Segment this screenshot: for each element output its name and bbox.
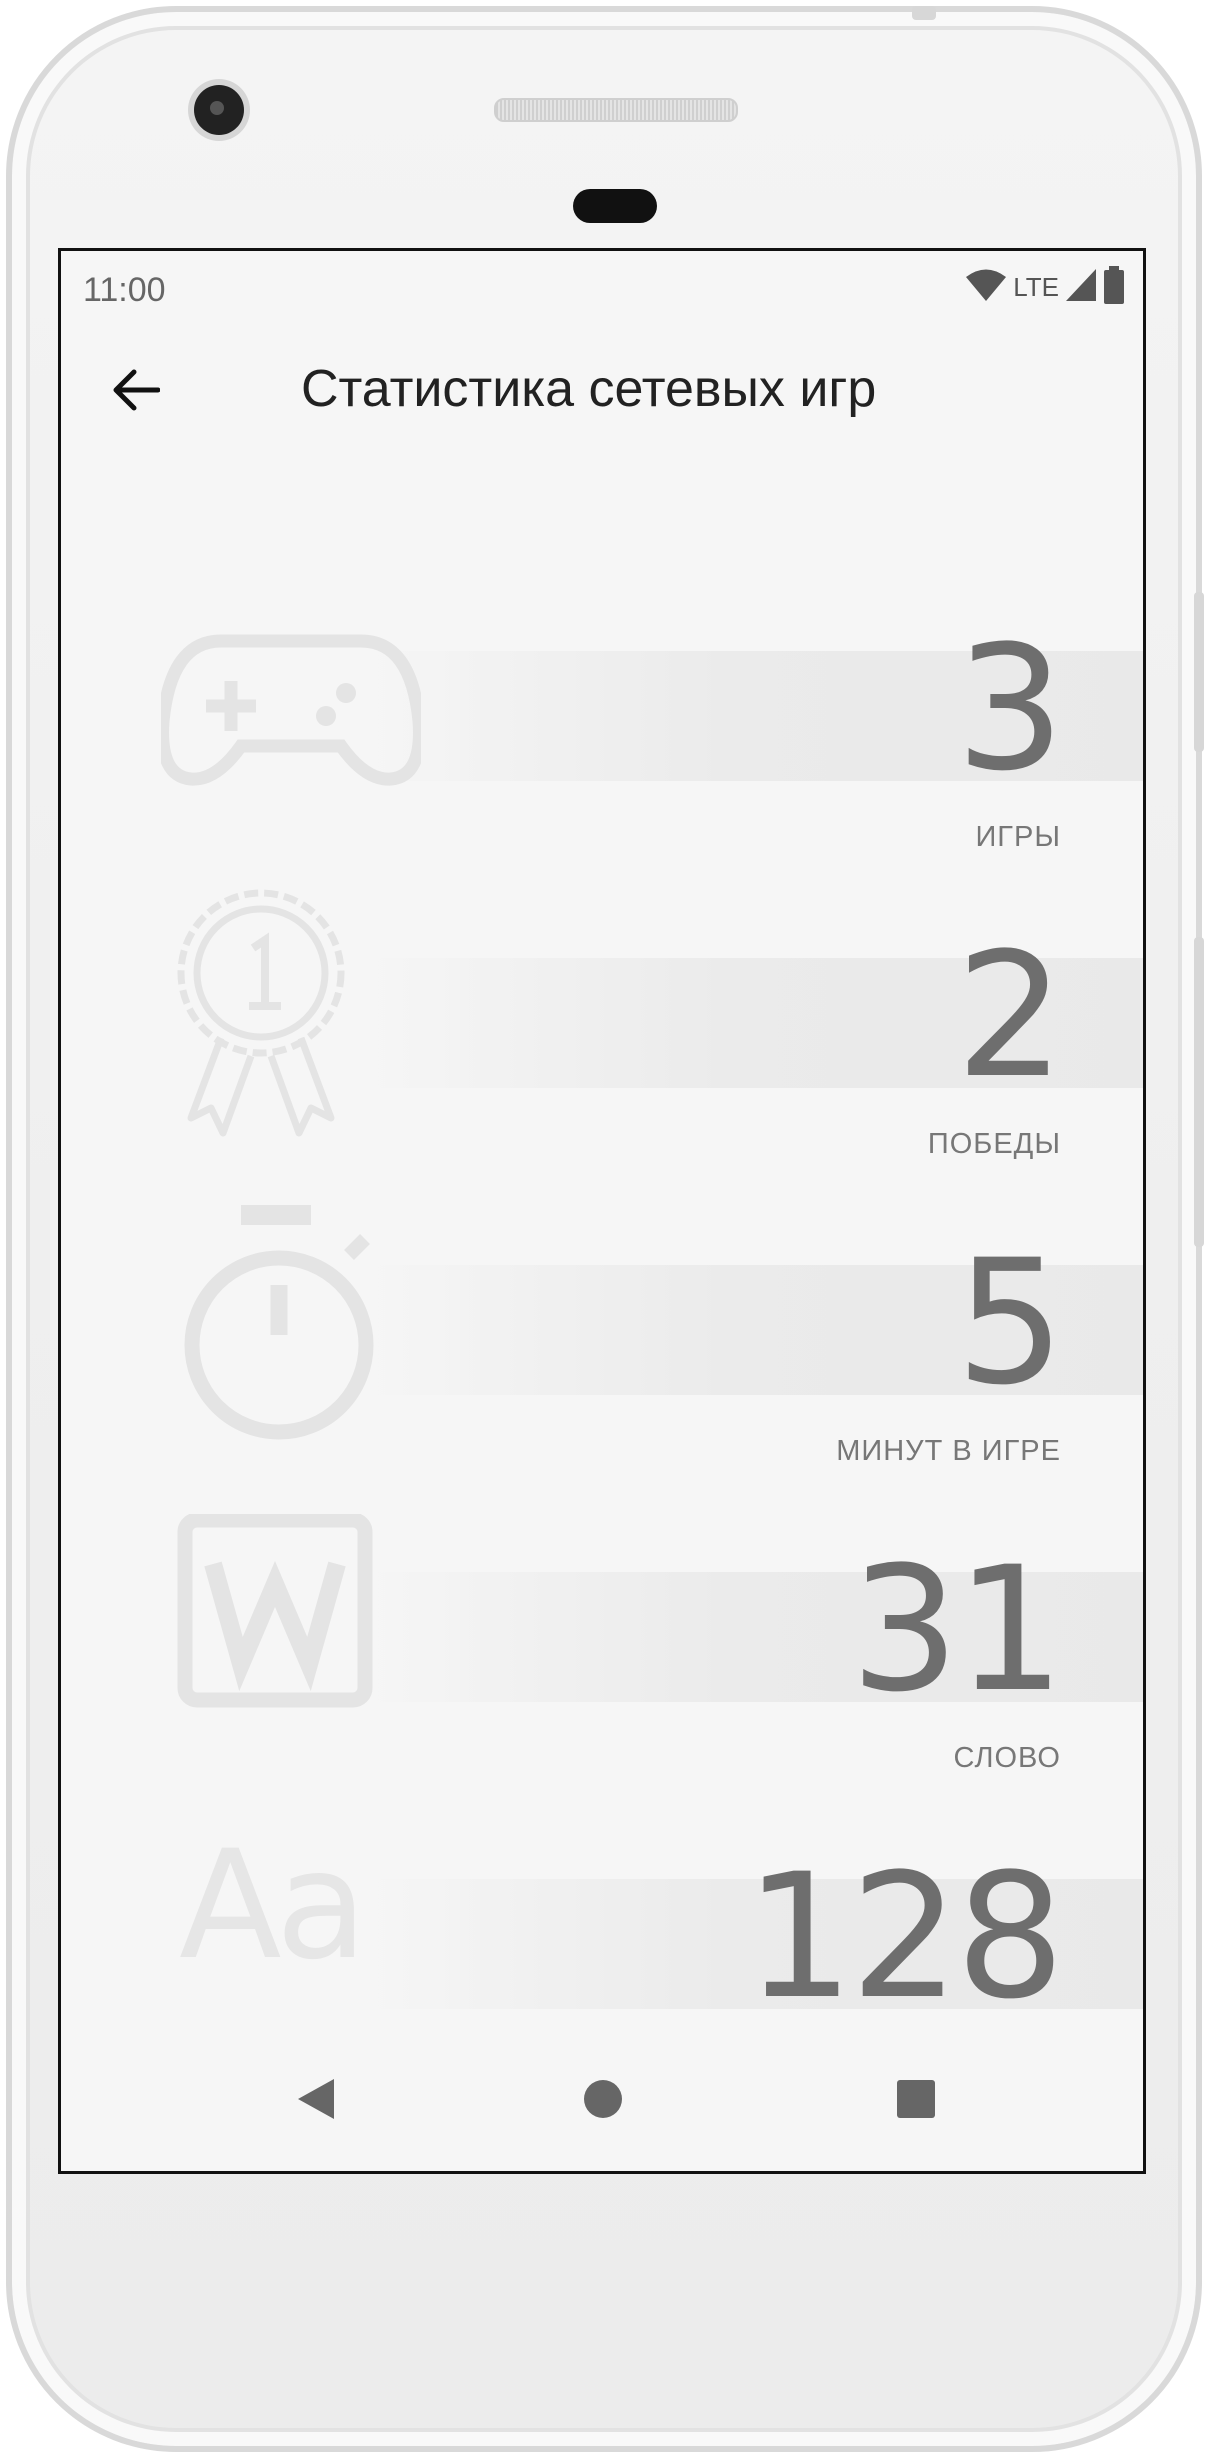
front-camera	[194, 85, 244, 135]
stat-label: ИГРЫ	[975, 821, 1061, 853]
stat-label: МИНУТ В ИГРЕ	[836, 1435, 1061, 1467]
status-bar: 11:00 LTE	[61, 251, 1143, 321]
stat-value: 128	[744, 1836, 1065, 2037]
back-triangle-icon	[296, 2077, 336, 2126]
stat-row-games: 3 ИГРЫ	[61, 581, 1143, 891]
word-w-icon	[161, 1502, 421, 1762]
letters-aa-icon: Aa	[161, 1809, 421, 2069]
stat-label: СЛОВО	[953, 1742, 1061, 1774]
signal-icon	[1065, 268, 1097, 307]
nav-recents-button[interactable]	[886, 2071, 946, 2131]
power-button	[1194, 592, 1204, 752]
stat-value: 3	[955, 608, 1065, 809]
arrow-back-icon	[112, 368, 161, 417]
app-bar: Статистика сетевых игр	[61, 321, 1143, 471]
status-icons: LTE	[965, 265, 1125, 309]
stopwatch-icon	[161, 1195, 421, 1455]
screen: 11:00 LTE Статистика сетевых игр 3 ИГРЫ …	[58, 248, 1146, 2174]
recents-square-icon	[896, 2079, 936, 2124]
stat-label: ПОБЕДЫ	[927, 1128, 1061, 1160]
stat-row-minutes: 5 МИНУТ В ИГРЕ	[61, 1195, 1143, 1505]
navigation-bar	[61, 2041, 1143, 2171]
nav-back-button[interactable]	[286, 2071, 346, 2131]
stat-row-word: 31 СЛОВО	[61, 1502, 1143, 1812]
top-button	[912, 6, 936, 20]
proximity-sensor	[573, 189, 657, 223]
wifi-icon	[965, 268, 1007, 307]
award-medal-icon	[161, 888, 421, 1148]
stat-value: 5	[955, 1222, 1065, 1423]
battery-icon	[1103, 265, 1125, 309]
status-time: 11:00	[83, 271, 166, 309]
letters-aa-text: Aa	[179, 1819, 368, 1993]
stat-row-wins: 2 ПОБЕДЫ	[61, 888, 1143, 1198]
page-title: Статистика сетевых игр	[301, 360, 877, 418]
back-button[interactable]	[101, 357, 171, 427]
network-type: LTE	[1013, 271, 1059, 302]
gamepad-icon	[156, 581, 426, 841]
stat-value: 31	[850, 1529, 1065, 1730]
nav-home-button[interactable]	[573, 2071, 633, 2131]
volume-button	[1194, 937, 1204, 1247]
stat-value: 2	[955, 915, 1065, 1116]
earpiece-speaker	[494, 98, 738, 122]
home-circle-icon	[583, 2079, 623, 2124]
